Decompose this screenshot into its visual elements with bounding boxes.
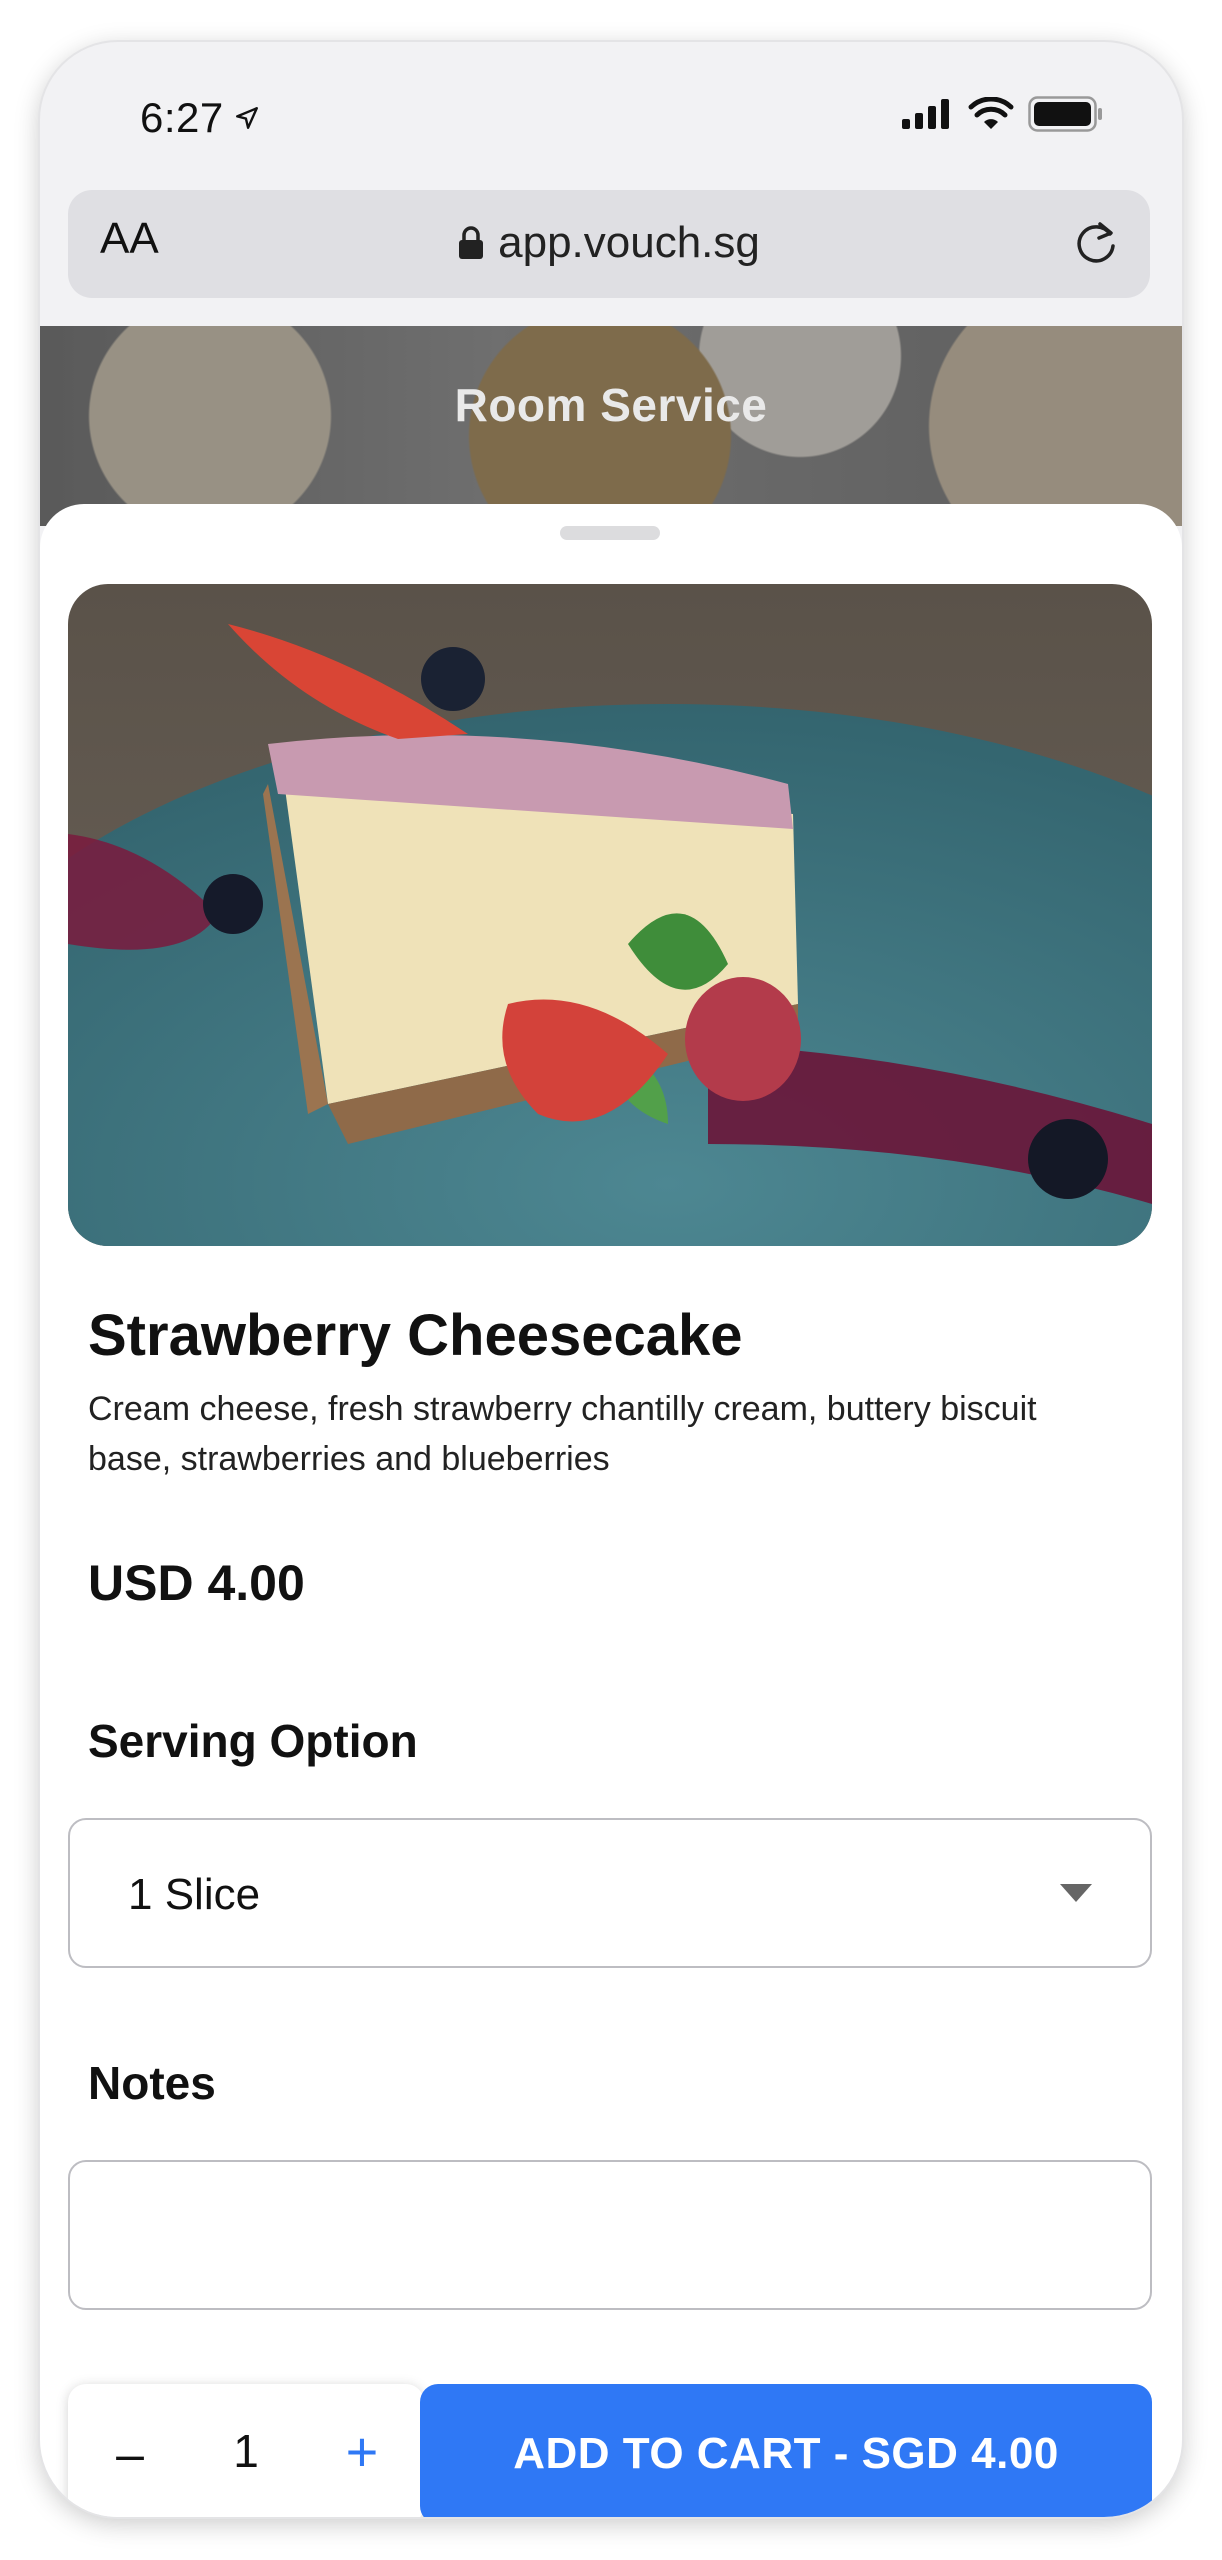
reload-icon[interactable] [1070, 216, 1122, 268]
address-bar[interactable]: AA app.vouch.sg [68, 190, 1150, 298]
product-image [68, 584, 1152, 1246]
signal-icon [902, 99, 949, 129]
phone-frame: 6:27 AA app.vouch.sg Room Service Strawb… [40, 42, 1182, 2517]
serving-option-label: Serving Option [88, 1715, 418, 1767]
url-display[interactable]: app.vouch.sg [68, 218, 1150, 268]
serving-option-select[interactable]: 1 Slice [68, 1818, 1152, 1968]
notes-label: Notes [88, 2057, 216, 2109]
banner-title: Room Service [454, 379, 768, 431]
status-icons [902, 96, 1104, 132]
product-name: Strawberry Cheesecake [88, 1303, 743, 1368]
chevron-down-icon [1060, 1884, 1092, 1902]
product-price: USD 4.00 [88, 1555, 305, 1611]
url-text: app.vouch.sg [498, 218, 760, 267]
add-to-cart-button[interactable]: ADD TO CART - SGD 4.00 [420, 2384, 1152, 2517]
lock-icon [459, 226, 484, 259]
room-service-banner: Room Service [40, 326, 1182, 526]
serving-option-value: 1 Slice [128, 1870, 261, 1919]
quantity-stepper: – 1 + [68, 2384, 424, 2517]
battery-icon [1028, 96, 1102, 132]
sheet-drag-handle[interactable] [560, 526, 660, 540]
location-arrow-icon [235, 107, 258, 129]
wifi-icon [968, 97, 1014, 129]
notes-input[interactable] [68, 2160, 1152, 2310]
time-text: 6:27 [140, 94, 224, 141]
status-time: 6:27 [140, 94, 260, 142]
increase-quantity-button[interactable]: + [332, 2414, 392, 2488]
product-sheet: Strawberry Cheesecake Cream cheese, fres… [40, 504, 1182, 2517]
status-bar: 6:27 [40, 42, 1182, 192]
product-description: Cream cheese, fresh strawberry chantilly… [88, 1390, 1037, 1478]
